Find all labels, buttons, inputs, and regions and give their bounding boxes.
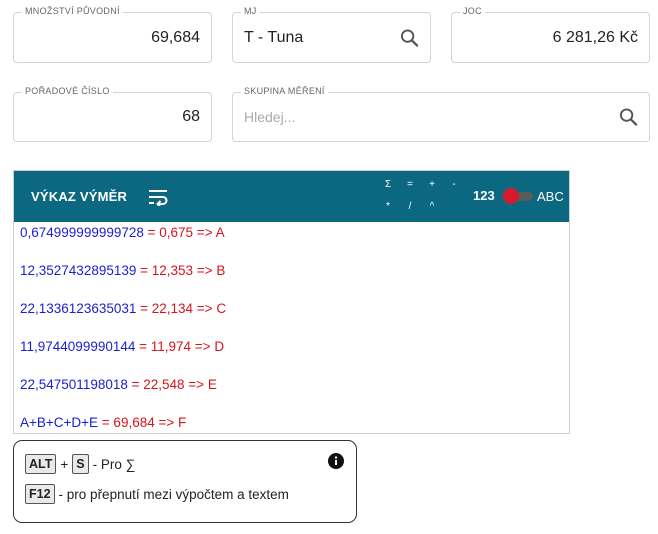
toggle-text-label: ABC [537, 189, 564, 204]
f12-shortcut-text: - pro přepnutí mezi výpočtem a textem [58, 486, 289, 502]
toggle-knob [503, 188, 519, 204]
vykaz-vymer-header: VÝKAZ VÝMĚR Σ = + - * / ^ 123 ABC [14, 171, 569, 222]
panel-title: VÝKAZ VÝMĚR [31, 189, 128, 204]
joc-field[interactable]: JOC 6 281,26 Kč [451, 6, 650, 63]
calc-expression: A+B+C+D+E [20, 415, 99, 430]
poradove-cislo-label: POŘADOVÉ ČÍSLO [22, 86, 113, 96]
mj-value[interactable]: T - Tuna [244, 13, 303, 62]
skupina-mereni-input[interactable]: Hledej... [244, 93, 295, 141]
calc-expression: 11,9744099990144 [20, 339, 136, 354]
poradove-cislo-field[interactable]: POŘADOVÉ ČÍSLO 68 [13, 86, 212, 142]
calc-result: = 12,353 => B [136, 263, 226, 278]
s-key: S [72, 454, 89, 474]
info-icon[interactable] [328, 453, 344, 469]
calc-result: = 69,684 => F [98, 415, 187, 430]
shortcut-hint-box: ALT + S - Pro ∑ F12 - pro přepnutí mezi … [13, 440, 357, 523]
toggle-number-label: 123 [473, 188, 495, 203]
calc-expression: 22,1336123635031 [20, 301, 137, 316]
calc-expression: 0,674999999999728 [20, 225, 144, 240]
power-op-button[interactable]: ^ [426, 201, 438, 212]
calc-line[interactable]: 22,547501198018 = 22,548 => E [20, 377, 569, 415]
calc-result: = 22,134 => C [136, 301, 227, 316]
sum-op-button[interactable]: Σ [382, 179, 394, 190]
calculation-lines[interactable]: 0,674999999999728 = 0,675 => A 12,352743… [20, 225, 569, 453]
calc-result: = 0,675 => A [143, 225, 225, 240]
plus-sign: + [60, 456, 69, 472]
joc-value[interactable]: 6 281,26 Kč [553, 13, 638, 62]
mj-field[interactable]: MJ T - Tuna [232, 6, 431, 63]
search-icon[interactable] [619, 108, 638, 127]
equals-op-button[interactable]: = [404, 179, 416, 190]
vykaz-vymer-panel: VÝKAZ VÝMĚR Σ = + - * / ^ 123 ABC 0,6749… [13, 170, 570, 434]
calc-line[interactable]: 22,1336123635031 = 22,134 => C [20, 301, 569, 339]
poradove-cislo-value[interactable]: 68 [182, 93, 200, 141]
operator-buttons: Σ = + - * / ^ [382, 179, 466, 215]
search-icon[interactable] [400, 28, 419, 47]
calc-result: = 11,974 => D [135, 339, 225, 354]
sum-shortcut-row: ALT + S - Pro ∑ [25, 454, 135, 474]
multiply-op-button[interactable]: * [382, 201, 394, 212]
divide-op-button[interactable]: / [404, 201, 416, 212]
calc-line[interactable]: 12,3527432895139 = 12,353 => B [20, 263, 569, 301]
calc-expression: 12,3527432895139 [20, 263, 137, 278]
sum-shortcut-text: - Pro ∑ [92, 456, 136, 472]
f12-shortcut-row: F12 - pro přepnutí mezi výpočtem a texte… [25, 484, 289, 504]
f12-key: F12 [25, 484, 55, 504]
calc-expression: 22,547501198018 [20, 377, 128, 392]
plus-op-button[interactable]: + [426, 179, 438, 190]
skupina-mereni-field[interactable]: SKUPINA MĚŘENÍ Hledej... [232, 86, 650, 142]
mnozstvi-puvodni-value[interactable]: 69,684 [151, 13, 200, 62]
calc-result: = 22,548 => E [127, 377, 217, 392]
mode-toggle[interactable] [503, 188, 533, 204]
text-wrap-icon[interactable] [147, 188, 169, 206]
mnozstvi-puvodni-field[interactable]: MNOŽSTVÍ PŮVODNÍ 69,684 [13, 6, 212, 63]
calc-line[interactable]: 11,9744099990144 = 11,974 => D [20, 339, 569, 377]
joc-label: JOC [460, 6, 485, 16]
alt-key: ALT [25, 454, 57, 474]
calc-line[interactable]: 0,674999999999728 = 0,675 => A [20, 225, 569, 263]
minus-op-button[interactable]: - [448, 179, 460, 190]
mnozstvi-puvodni-label: MNOŽSTVÍ PŮVODNÍ [22, 6, 123, 16]
